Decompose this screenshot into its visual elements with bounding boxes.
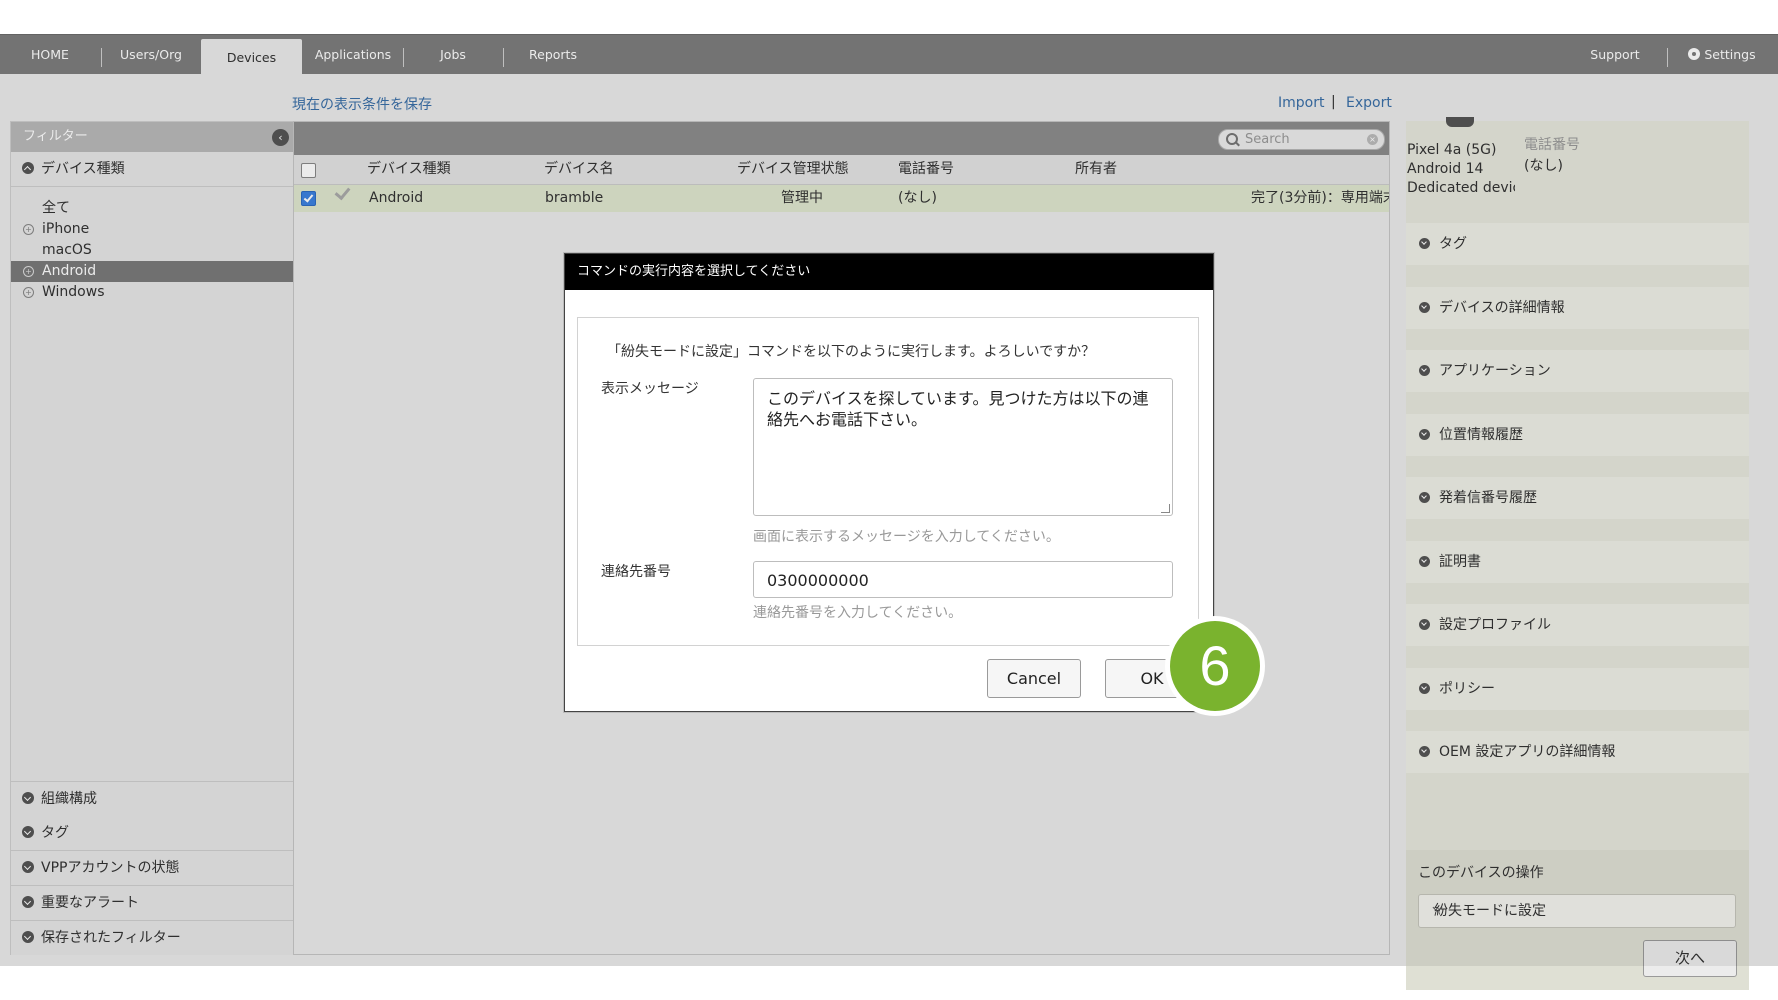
message-label: 表示メッセージ <box>601 381 699 397</box>
command-dialog: コマンドの実行内容を選択してください 「紛失モードに設定」コマンドを以下のように… <box>564 253 1214 712</box>
dialog-title: コマンドの実行内容を選択してください <box>577 264 811 279</box>
contact-number-input[interactable]: 0300000000 <box>753 561 1173 598</box>
cancel-button[interactable]: Cancel <box>987 659 1081 698</box>
dialog-body: 「紛失モードに設定」コマンドを以下のように実行します。よろしいですか？ 表示メッ… <box>577 317 1199 646</box>
dialog-question: 「紛失モードに設定」コマンドを以下のように実行します。よろしいですか？ <box>607 344 1096 360</box>
contact-label: 連絡先番号 <box>601 564 671 580</box>
message-line-1: このデバイスを探しています。見つけた方は以下の連 <box>767 389 1149 408</box>
resize-handle[interactable] <box>1161 504 1170 513</box>
message-line-2: 絡先へお電話下さい。 <box>767 410 928 429</box>
step-marker-pointer-fill <box>1170 651 1192 683</box>
message-textarea[interactable]: このデバイスを探しています。見つけた方は以下の連 絡先へお電話下さい。 <box>753 378 1173 516</box>
message-hint: 画面に表示するメッセージを入力してください。 <box>753 529 1060 545</box>
contact-hint: 連絡先番号を入力してください。 <box>753 605 963 621</box>
dialog-title-bar: コマンドの実行内容を選択してください <box>565 254 1213 290</box>
